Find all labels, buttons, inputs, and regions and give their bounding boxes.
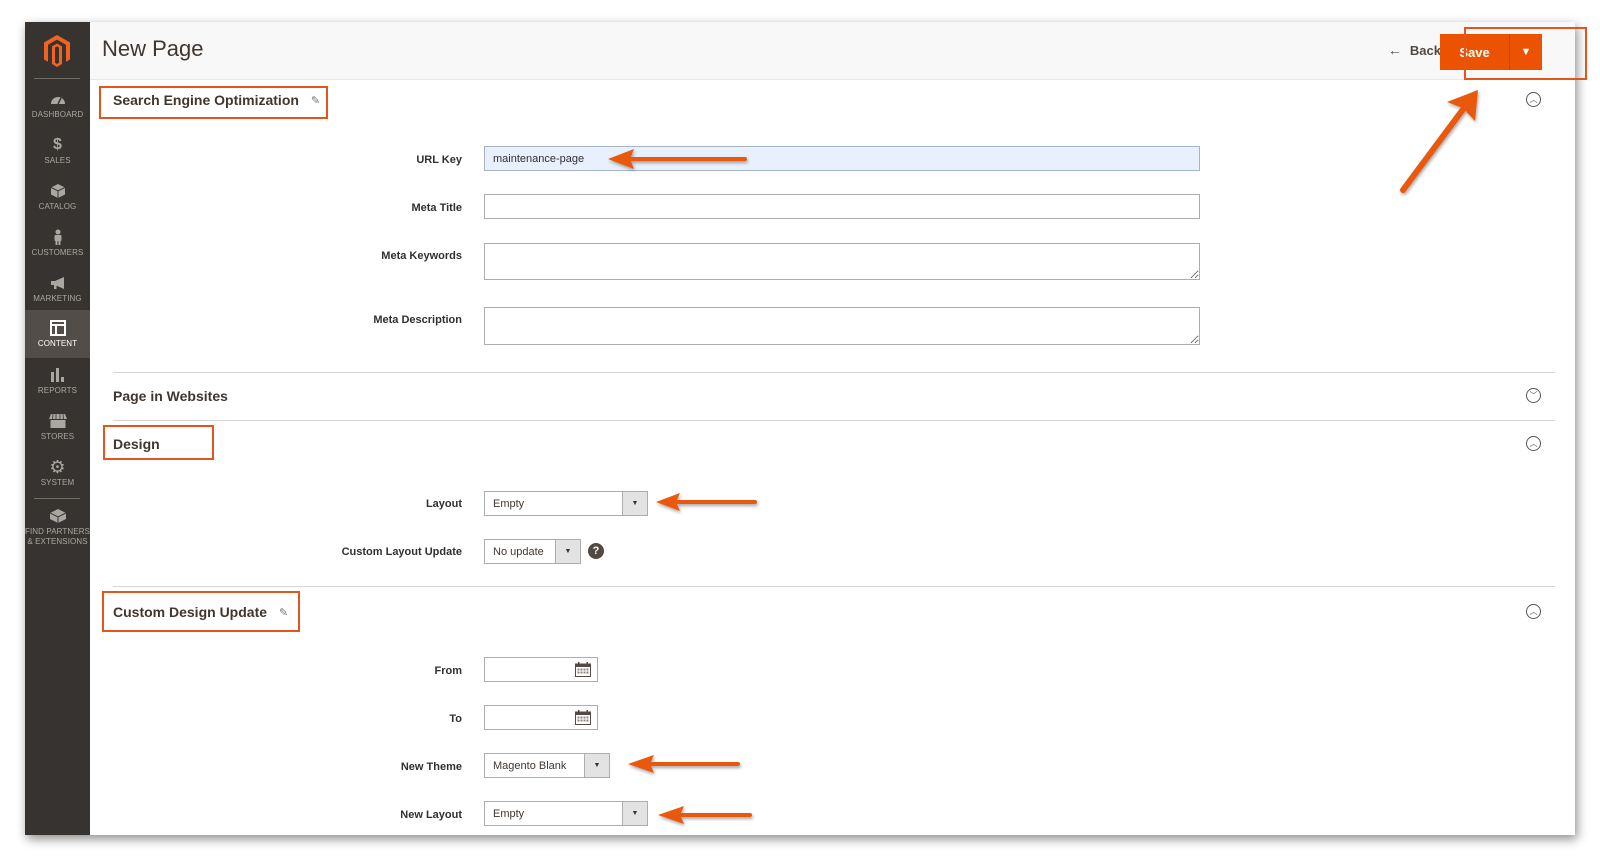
dollar-icon: $ [53,136,62,153]
sidebar-divider [34,78,80,79]
section-custom-design-header[interactable]: Custom Design Update ✎ ︿ [113,596,1555,628]
box-icon [48,182,68,200]
to-date-input[interactable] [484,705,598,730]
sidebar-item-customers[interactable]: CUSTOMERS [25,220,90,266]
dashboard-icon [48,90,68,108]
caret-down-icon: ▼ [622,802,647,825]
admin-sidebar: DASHBOARD $ SALES CATALOG CUSTOMERS MARK… [25,22,90,835]
section-divider [113,586,1555,587]
custom-layout-update-select[interactable]: No update ▼ [484,539,581,564]
help-icon[interactable]: ? [588,543,604,559]
sidebar-item-marketing[interactable]: MARKETING [25,266,90,312]
from-label: From [434,665,463,677]
megaphone-icon [48,274,68,292]
save-button[interactable]: Save [1440,34,1510,70]
new-theme-value: Magento Blank [493,759,567,772]
page-header: New Page ← Back Save ▼ [90,22,1575,80]
custom-layout-update-value: No update [493,545,544,558]
sidebar-item-reports[interactable]: REPORTS [25,358,90,404]
back-button[interactable]: ← Back [1388,42,1441,58]
sidebar-item-content[interactable]: CONTENT [25,310,90,358]
person-icon [48,228,68,246]
magento-logo-icon[interactable] [42,34,72,68]
section-title-design: Design [113,436,160,452]
url-key-input[interactable] [484,146,1200,171]
layout-select[interactable]: Empty ▼ [484,491,648,516]
nav-label-line2: & EXTENSIONS [27,537,88,546]
sidebar-item-sales[interactable]: $ SALES [25,128,90,174]
sidebar-item-dashboard[interactable]: DASHBOARD [25,82,90,128]
layout-icon [48,319,68,337]
meta-keywords-textarea[interactable] [484,243,1200,280]
meta-description-label: Meta Description [373,314,462,326]
pencil-icon: ✎ [279,606,289,619]
back-label: Back [1409,42,1441,58]
new-layout-select[interactable]: Empty ▼ [484,801,648,826]
section-title-websites: Page in Websites [113,388,228,404]
bar-chart-icon [48,366,68,384]
page-title: New Page [102,36,204,61]
section-title-custom-design: Custom Design Update [113,604,268,620]
new-layout-label: New Layout [400,809,462,821]
section-divider [113,420,1555,421]
caret-down-icon: ▼ [555,540,580,563]
meta-keywords-label: Meta Keywords [381,250,462,262]
section-design-header[interactable]: Design ︿ [113,428,1555,460]
section-title-seo: Search Engine Optimization [113,92,299,108]
meta-title-label: Meta Title [411,202,462,214]
from-date-input[interactable] [484,657,598,682]
new-layout-value: Empty [493,807,525,820]
section-divider [113,372,1555,373]
collapse-custom-design-icon[interactable]: ︿ [1526,604,1541,619]
sidebar-divider [34,498,80,499]
sidebar-item-find-partners[interactable]: FIND PARTNERS & EXTENSIONS [25,500,90,554]
section-seo-header[interactable]: Search Engine Optimization ✎ ︿ [113,84,1555,116]
nav-label-line1: FIND PARTNERS [25,527,91,536]
layout-label: Layout [425,498,462,510]
collapse-seo-icon[interactable]: ︿ [1526,92,1541,107]
admin-window: DASHBOARD $ SALES CATALOG CUSTOMERS MARK… [25,22,1575,835]
url-key-label: URL Key [416,154,462,166]
calendar-icon[interactable] [575,662,591,677]
layout-select-value: Empty [493,497,525,510]
cubes-icon [48,507,68,525]
sidebar-item-system[interactable]: ⚙ SYSTEM [25,450,90,496]
sidebar-item-catalog[interactable]: CATALOG [25,174,90,220]
expand-websites-icon[interactable]: ﹀ [1526,388,1541,403]
save-split-button: Save ▼ [1440,34,1542,70]
pencil-icon: ✎ [310,94,321,107]
sidebar-item-stores[interactable]: STORES [25,404,90,450]
caret-down-icon: ▼ [584,754,609,777]
save-options-toggle[interactable]: ▼ [1510,34,1542,70]
new-theme-select[interactable]: Magento Blank ▼ [484,753,610,778]
collapse-design-icon[interactable]: ︿ [1526,436,1541,451]
arrow-left-icon: ← [1387,42,1402,58]
new-theme-label: New Theme [400,761,462,773]
caret-down-icon: ▼ [1520,46,1532,58]
storefront-icon [48,412,68,430]
section-websites-header[interactable]: Page in Websites ﹀ [113,380,1555,412]
to-label: To [449,713,462,725]
custom-layout-update-label: Custom Layout Update [341,546,462,558]
meta-description-textarea[interactable] [484,307,1200,345]
caret-down-icon: ▼ [622,492,647,515]
calendar-icon[interactable] [575,710,591,725]
gear-icon: ⚙ [49,456,66,477]
meta-title-input[interactable] [484,194,1200,219]
